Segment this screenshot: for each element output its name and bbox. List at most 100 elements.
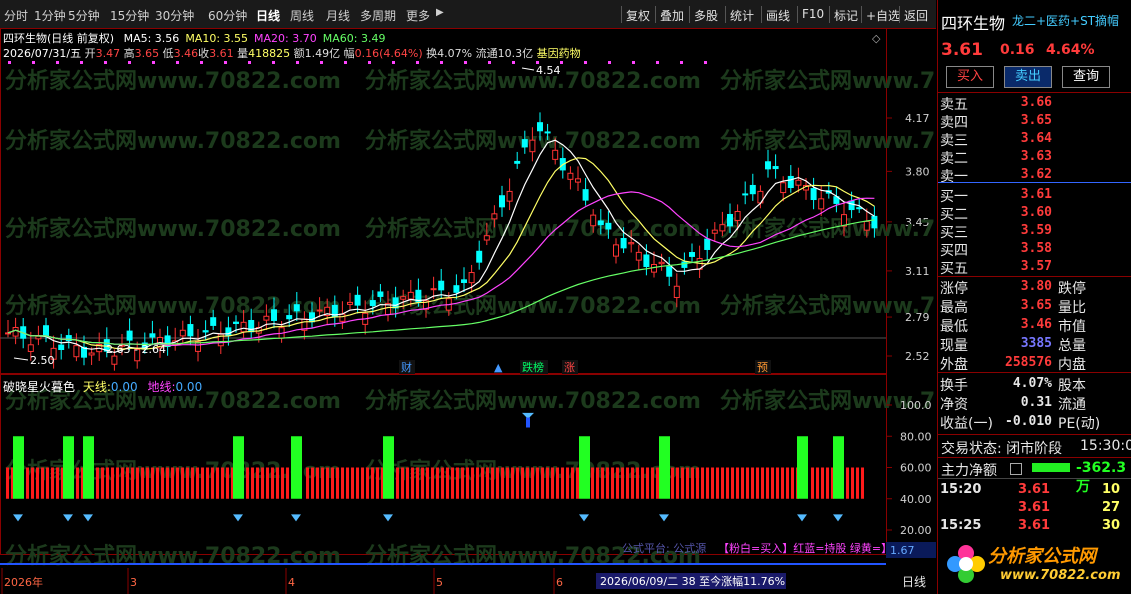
toolbar-btn-4[interactable]: 画线 — [766, 7, 790, 24]
indicator-red-bar — [681, 467, 684, 499]
toolbar-btn-8[interactable]: 返回 — [904, 7, 928, 24]
concept-tags[interactable]: 龙二+医药+ST摘帽 — [1012, 12, 1119, 29]
indicator-green-bar — [797, 436, 808, 499]
indicator-red-bar — [646, 467, 649, 499]
indicator-red-bar — [606, 467, 609, 499]
sell-button[interactable]: 卖出 — [1004, 66, 1052, 88]
indicator-red-bar — [161, 467, 164, 499]
indicator-green-bar — [383, 436, 394, 499]
buys-level-price[interactable]: 3.60 — [992, 205, 1052, 220]
tab-8[interactable]: 月线 — [326, 7, 350, 24]
indicator-green-bar — [83, 436, 94, 499]
sells-level-label: 卖四 — [940, 115, 968, 131]
candlestick-chart[interactable]: 4.173.803.453.112.792.52分析家公式网www.70822.… — [0, 28, 936, 594]
toolbar-btn-7[interactable]: +自选 — [866, 7, 900, 24]
buys-level-price[interactable]: 3.59 — [992, 223, 1052, 238]
candle-body — [719, 224, 726, 232]
signal-legend: 【粉白=买入】红蓝=持股 绿黄=】 — [718, 541, 892, 555]
marker-dot — [488, 61, 491, 64]
candle-body — [240, 321, 247, 333]
tab-3[interactable]: 15分钟 — [110, 7, 149, 24]
buy-button[interactable]: 买入 — [946, 66, 994, 88]
watermark-text: 分析家公式网www.70822.com — [5, 216, 341, 242]
candle-body — [491, 213, 498, 220]
candle-body — [537, 122, 543, 132]
toolbar-btn-6[interactable]: 标记 — [834, 7, 858, 24]
indicator-red-bar — [556, 467, 559, 499]
indicator-red-bar — [221, 467, 224, 499]
candle-body — [620, 237, 627, 249]
tab-4[interactable]: 30分钟 — [155, 7, 194, 24]
toolbar-btn-0[interactable]: 复权 — [626, 7, 650, 24]
tab-7[interactable]: 周线 — [290, 7, 314, 24]
tab-6[interactable]: 日线 — [256, 7, 280, 24]
indicator-red-bar — [811, 467, 814, 499]
tab-1[interactable]: 1分钟 — [34, 7, 66, 24]
indicator-red-bar — [376, 467, 379, 499]
marker-dot — [584, 61, 587, 64]
indicator-red-bar — [421, 467, 424, 499]
diamond-icon — [291, 514, 301, 522]
candle-body — [734, 210, 741, 221]
sells-level-price[interactable]: 3.62 — [992, 167, 1052, 182]
indicator-red-bar — [461, 467, 464, 499]
stat-value: 258576 — [1005, 355, 1052, 370]
indicator-red-bar — [271, 467, 274, 499]
indicator-red-bar — [186, 467, 189, 499]
indicator-red-bar — [206, 467, 209, 499]
indicator-red-bar — [176, 467, 179, 499]
event-marker: 跌榜 — [522, 360, 544, 374]
indicator-red-bar — [486, 467, 489, 499]
buys-level-price[interactable]: 3.58 — [992, 241, 1052, 256]
indicator-red-bar — [351, 467, 354, 499]
indicator-red-bar — [631, 467, 634, 499]
toolbar-btn-5[interactable]: F10 — [802, 7, 824, 21]
toolbar-btn-2[interactable]: 多股 — [694, 7, 718, 24]
indicator-red-bar — [441, 467, 444, 499]
indicator-red-bar — [46, 467, 49, 499]
candle-body — [392, 297, 399, 309]
indicator-red-bar — [816, 467, 819, 499]
watermark-text: 分析家公式网www.70822.com — [5, 68, 341, 94]
indicator-red-bar — [181, 467, 184, 499]
marker-dot — [608, 61, 611, 64]
more-arrow-icon[interactable]: ▶ — [436, 7, 444, 18]
tab-9[interactable]: 多周期 — [360, 7, 396, 24]
indicator-red-bar — [551, 467, 554, 499]
list-icon[interactable] — [1010, 463, 1022, 475]
tick-cell: 3.61 — [1018, 500, 1051, 515]
sells-level-price[interactable]: 3.65 — [992, 113, 1052, 128]
indicator-red-bar — [656, 467, 659, 499]
toolbar-btn-3[interactable]: 统计 — [730, 7, 754, 24]
candle-body — [233, 321, 239, 324]
indicator-red-bar — [356, 467, 359, 499]
tab-5[interactable]: 60分钟 — [208, 7, 247, 24]
candle-body — [643, 254, 650, 267]
tab-10[interactable]: 更多 — [406, 7, 430, 24]
indicator-red-bar — [191, 467, 194, 499]
period-label: 日线 — [902, 575, 926, 589]
x-axis-label: 3 — [130, 576, 137, 589]
indicator-red-bar — [571, 467, 574, 499]
candle-body — [377, 291, 384, 297]
query-button[interactable]: 查询 — [1062, 66, 1110, 88]
tab-0[interactable]: 分时 — [4, 7, 28, 24]
toolbar-btn-1[interactable]: 叠加 — [660, 7, 684, 24]
event-marker: 财 — [401, 360, 412, 374]
sells-level-price[interactable]: 3.63 — [992, 149, 1052, 164]
candle-body — [438, 280, 445, 291]
indicator-red-bar — [406, 467, 409, 499]
indicator-red-bar — [766, 467, 769, 499]
diamond-icon — [579, 514, 589, 522]
buys-level-price[interactable]: 3.57 — [992, 259, 1052, 274]
indicator-red-bar — [466, 467, 469, 499]
indicator-red-bar — [501, 467, 504, 499]
stat-label-2: 内盘 — [1058, 357, 1086, 373]
sells-level-price[interactable]: 3.66 — [992, 95, 1052, 110]
indicator-red-bar — [711, 467, 714, 499]
sells-level-price[interactable]: 3.64 — [992, 131, 1052, 146]
buys-level-price[interactable]: 3.61 — [992, 187, 1052, 202]
marker-dot — [416, 61, 419, 64]
indicator-red-bar — [731, 467, 734, 499]
tab-2[interactable]: 5分钟 — [68, 7, 100, 24]
